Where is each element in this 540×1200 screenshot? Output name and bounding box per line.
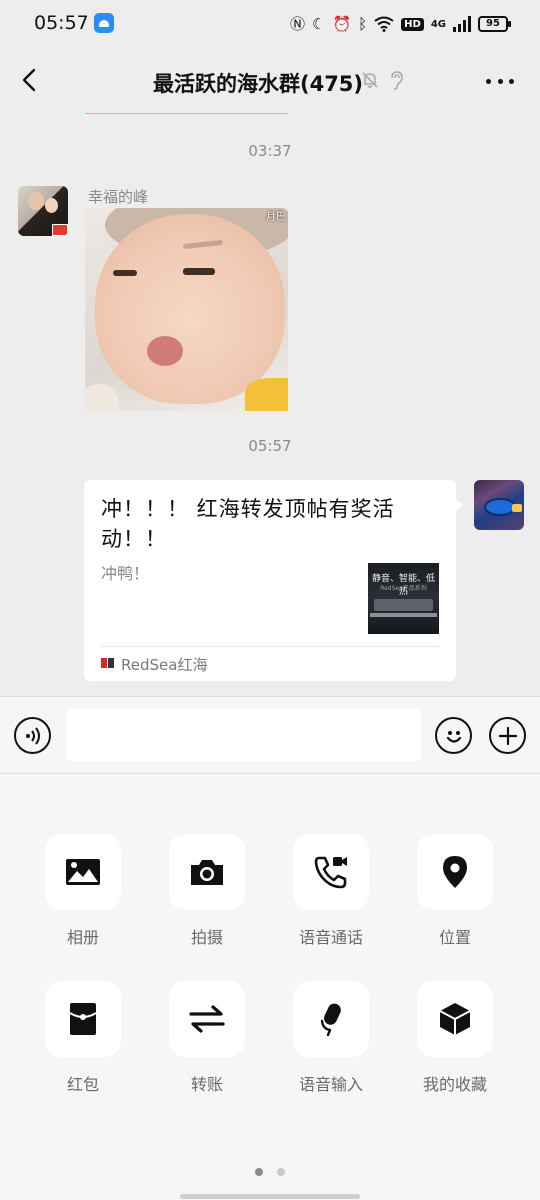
network-type-label: 4G [430,18,446,30]
message-input[interactable] [66,709,421,761]
tool-label: 红包 [66,1075,99,1094]
hd-volte-icon: HD [401,17,424,31]
tool-label: 语音通话 [298,928,363,947]
camera-icon [191,860,223,885]
favorites-icon [439,1003,471,1035]
more-dot-icon [486,78,491,84]
red-packet-icon [69,1003,97,1035]
smiley-icon [446,730,461,743]
more-dot-icon [497,78,503,84]
redsea-logo-icon [101,658,115,668]
tool-favorites[interactable]: 我的收藏 [400,981,510,1101]
mute-notifications-icon [362,72,378,88]
tool-label: 位置 [438,928,471,947]
sender-avatar[interactable] [18,186,68,236]
more-dot-icon [509,78,514,84]
link-card-message[interactable]: 冲！！！ 红海转发顶帖有奖活动！！ 冲鸭！ 静音、智能、低热 RedSea产品系… [84,480,463,681]
tool-red-packet[interactable]: 红包 [28,981,138,1101]
battery-icon: 95 [478,16,511,32]
tool-transfer[interactable]: 转账 [152,981,262,1101]
more-tools-button[interactable] [489,717,526,754]
image-message[interactable]: 月巴 [85,208,288,411]
input-bar [0,696,540,774]
tool-camera[interactable]: 拍摄 [152,834,262,954]
status-time: 05:57 [34,12,89,34]
tool-location[interactable]: 位置 [400,834,510,954]
my-avatar[interactable] [474,480,524,530]
location-icon [443,856,467,888]
android-notification-icon [94,13,114,33]
tool-voice-call-tile[interactable] [293,834,369,910]
link-card-description: 冲鸭！ [101,564,150,583]
tool-favorites-tile[interactable] [417,981,493,1057]
chat-messages[interactable]: 03:37 幸福的峰 月巴 05:57 冲！！！ 红海转发顶帖有奖活动！！ 冲鸭… [0,114,540,696]
page-dot [277,1168,285,1176]
flag-badge-icon [52,224,68,236]
page-title[interactable]: 最活跃的海水群(475) [0,68,540,98]
tool-voice-input[interactable]: 语音输入 [276,981,386,1101]
sender-name: 幸福的峰 [88,188,149,206]
time-divider: 03:37 [248,142,292,160]
tool-voice-call[interactable]: 语音通话 [276,834,386,954]
wifi-icon [374,16,394,32]
bluetooth-icon: ᛒ [358,15,368,33]
voice-mode-button[interactable] [14,717,51,754]
tool-label: 相册 [66,928,99,947]
nfc-icon: Ⓝ [289,15,305,33]
photo-album-icon [66,859,100,885]
tool-camera-tile[interactable] [169,834,245,910]
page-indicator [0,1168,540,1176]
page-dot-active [255,1168,263,1176]
status-icons: Ⓝ ☾ ⏰ ᛒ HD 4G 95 [289,13,511,35]
status-bar: 05:57 Ⓝ ☾ ⏰ ᛒ HD 4G 95 [0,0,540,48]
home-indicator[interactable] [180,1194,360,1199]
plus-icon [498,726,517,745]
thumbnail-subtext: RedSea产品系列 [380,585,427,592]
tool-label: 我的收藏 [422,1075,487,1094]
tool-album[interactable]: 相册 [28,834,138,954]
emoji-button[interactable] [435,717,472,754]
tool-location-tile[interactable] [417,834,493,910]
image-watermark: 月巴 [266,212,286,223]
tool-label: 转账 [190,1075,223,1094]
link-card-source: RedSea红海 [121,656,208,674]
microphone-icon [320,1003,341,1037]
signal-strength-icon [453,16,471,32]
link-card-title: 冲！！！ 红海转发顶帖有奖活动！！ [101,497,395,551]
transfer-icon [189,1005,225,1033]
tool-voice-input-tile[interactable] [293,981,369,1057]
tool-label: 拍摄 [190,928,223,947]
tool-transfer-tile[interactable] [169,981,245,1057]
time-divider: 05:57 [248,437,292,455]
voice-call-icon [314,856,347,889]
more-options-button[interactable] [486,70,514,92]
tools-panel: 相册 拍摄 语音通话 位置 红包 转账 语音输入 我的收藏 [0,774,540,1200]
chat-header: 最活跃的海水群(475) [0,48,540,114]
alarm-icon: ⏰ [332,15,352,33]
do-not-disturb-icon: ☾ [312,15,326,33]
tool-album-tile[interactable] [45,834,121,910]
voice-icon [25,726,40,745]
earpiece-mode-icon [391,71,403,90]
tool-label: 语音输入 [298,1075,363,1094]
tool-red-packet-tile[interactable] [45,981,121,1057]
divider [101,646,439,647]
link-card-thumbnail: 静音、智能、低热 RedSea产品系列 [368,563,439,634]
